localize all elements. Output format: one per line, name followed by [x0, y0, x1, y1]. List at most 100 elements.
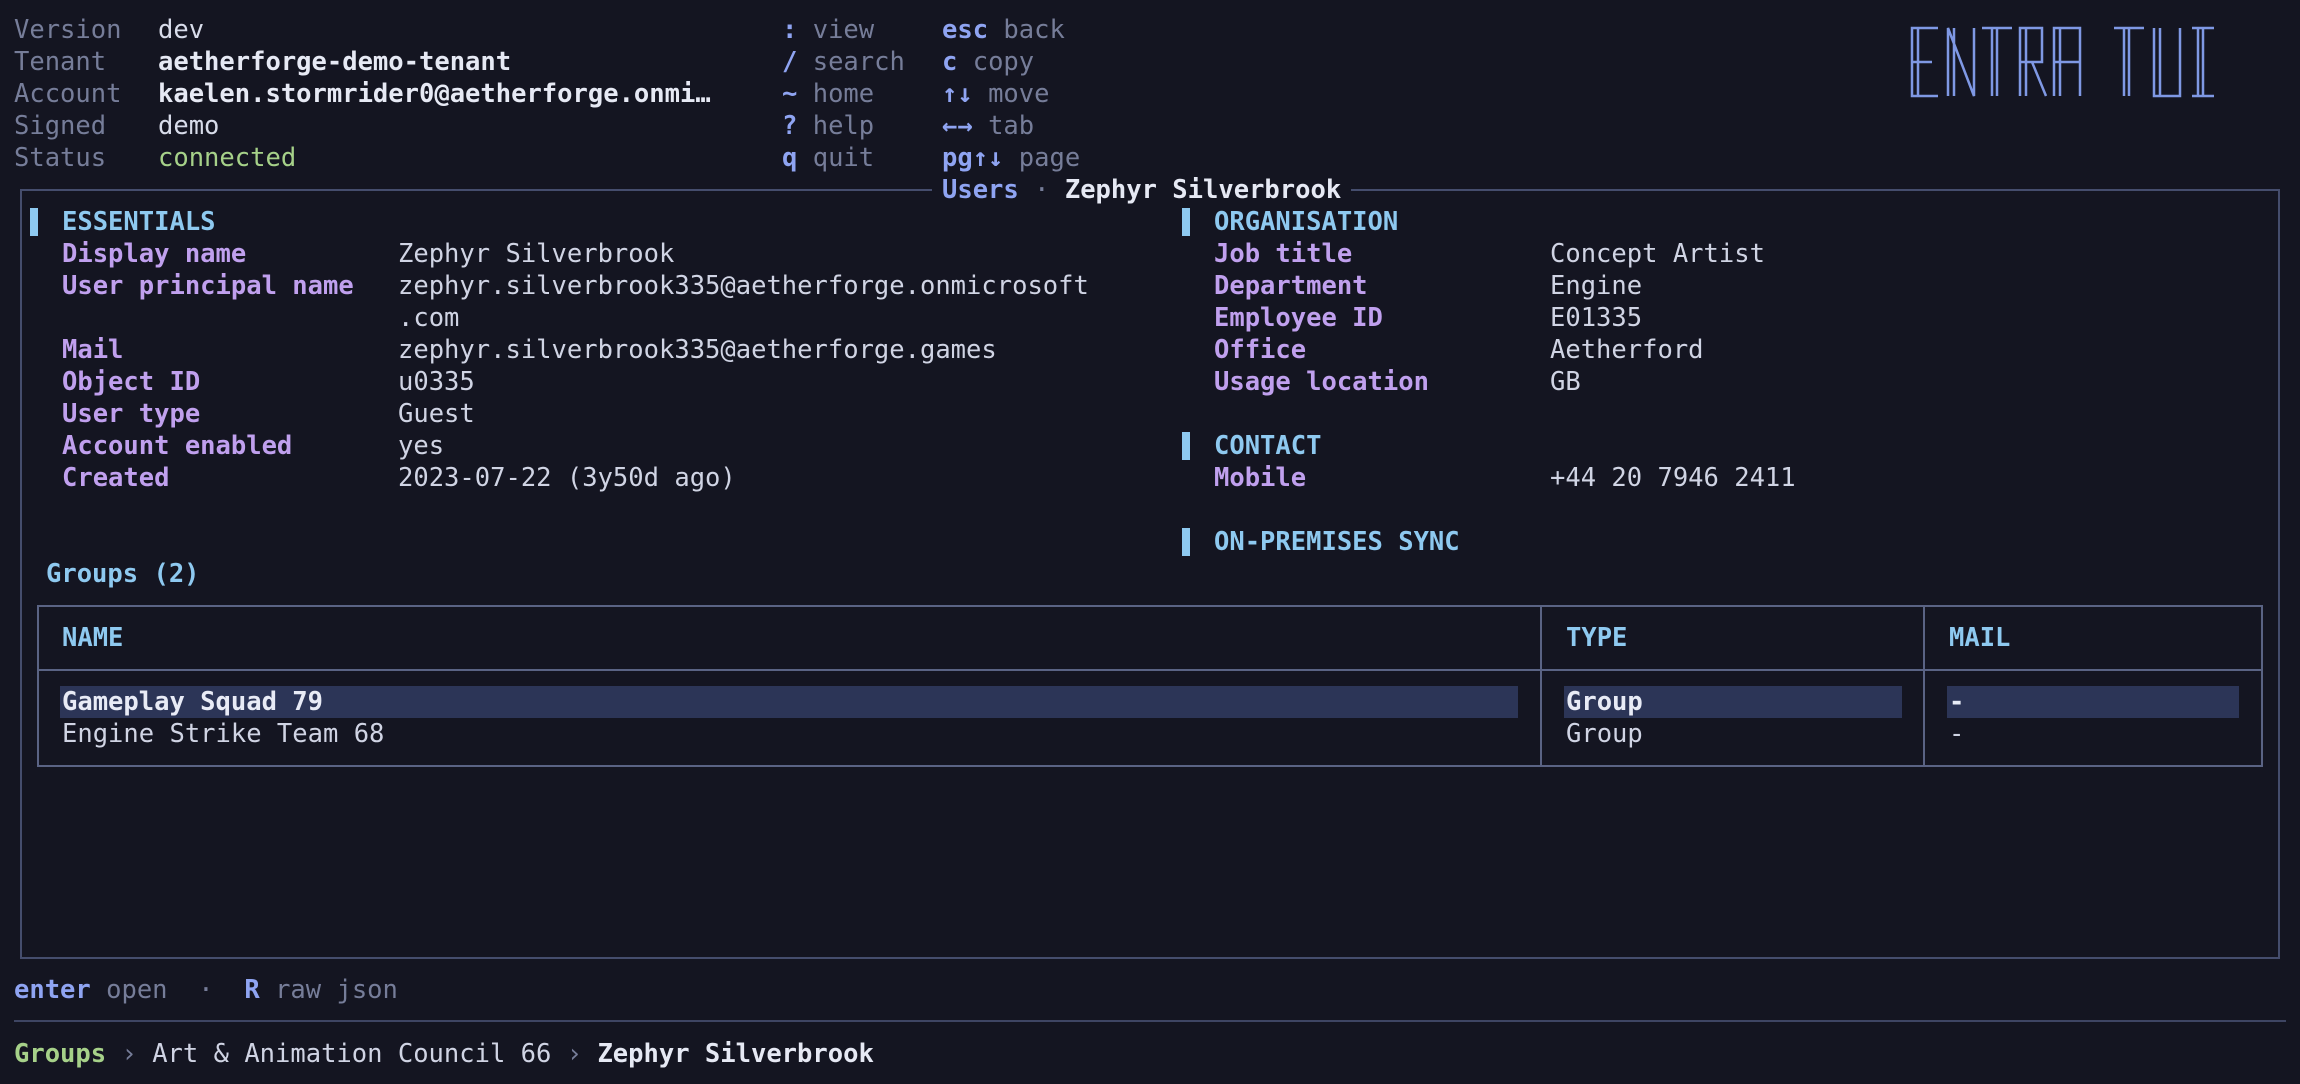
groups-title: Groups (2) [46, 559, 200, 589]
shortcut-label: quit [812, 143, 875, 173]
shortcut-label: tab [988, 111, 1035, 141]
field-label: Created [62, 463, 170, 493]
hint-separator: · [198, 975, 214, 1005]
onprem-title: ON-PREMISES SYNC [1214, 527, 1460, 557]
shortcut-copy[interactable]: c copy [942, 46, 1034, 78]
footer-hints: enter open · R raw json [14, 974, 398, 1006]
hint-key: R [244, 975, 260, 1005]
table-header-divider [37, 669, 2263, 671]
hint-label: open [106, 975, 168, 1005]
shortcut-label: view [812, 15, 875, 45]
column-divider [1923, 605, 1925, 767]
group-name-cell: Engine Strike Team 68 [62, 719, 385, 749]
shortcut-tab[interactable]: ←→ tab [942, 110, 1034, 142]
shortcut-label: move [988, 79, 1050, 109]
hint-label: raw json [275, 975, 398, 1005]
upn-value: zephyr.silverbrook335@aetherforge.onmicr… [398, 271, 1089, 301]
field-label: Office [1214, 335, 1307, 365]
shortcut-label: home [812, 79, 875, 109]
account-enabled-value: yes [398, 431, 445, 461]
hint-raw-json[interactable]: R raw json [244, 975, 398, 1005]
column-header-mail[interactable]: MAIL [1949, 622, 2010, 654]
app-logo [1908, 24, 2288, 100]
column-header-type[interactable]: TYPE [1566, 622, 1627, 654]
job-title-value: Concept Artist [1550, 239, 1765, 269]
shortcut-move[interactable]: ↑↓ move [942, 78, 1050, 110]
field-label: Account enabled [62, 431, 293, 461]
shortcut-search[interactable]: / search [782, 46, 905, 78]
shortcut-key: ↑↓ [942, 79, 973, 109]
version-label: Version [14, 15, 122, 45]
section-marker [30, 208, 38, 236]
field-label: Job title [1214, 239, 1353, 269]
shortcut-view[interactable]: : view [782, 14, 874, 46]
account-label: Account [14, 79, 122, 109]
breadcrumb-current: Zephyr Silverbrook [597, 1039, 874, 1069]
shortcut-key: esc [942, 15, 989, 45]
panel-separator: · [1034, 175, 1050, 205]
field-label: Mail [62, 335, 124, 365]
signed-value: demo [158, 111, 220, 141]
department-value: Engine [1550, 271, 1643, 301]
group-type-cell: Group [1566, 687, 1643, 717]
group-mail-cell: - [1949, 687, 1965, 717]
shortcut-key: pg↑↓ [942, 143, 1004, 173]
shortcut-key: q [782, 143, 798, 173]
group-name-cell: Gameplay Squad 79 [62, 687, 323, 717]
shortcut-home[interactable]: ~ home [782, 78, 874, 110]
field-label: Object ID [62, 367, 201, 397]
version-value: dev [158, 15, 205, 45]
field-label: Department [1214, 271, 1368, 301]
breadcrumb: Groups › Art & Animation Council 66 › Ze… [14, 1038, 874, 1070]
shortcut-back[interactable]: esc back [942, 14, 1065, 46]
shortcut-label: page [1018, 143, 1081, 173]
hint-open[interactable]: enter open [14, 975, 168, 1005]
field-label: User principal name [62, 271, 354, 301]
shortcut-label: help [812, 111, 875, 141]
breadcrumb-root[interactable]: Groups [14, 1039, 106, 1069]
office-value: Aetherford [1550, 335, 1704, 365]
shortcut-label: search [812, 47, 905, 77]
tenant-label: Tenant [14, 47, 107, 77]
breadcrumb-separator: › [121, 1039, 137, 1069]
user-type-value: Guest [398, 399, 475, 429]
mail-value: zephyr.silverbrook335@aetherforge.games [398, 335, 997, 365]
status-label: Status [14, 143, 107, 173]
field-label: Display name [62, 239, 247, 269]
footer-divider [14, 1020, 2286, 1022]
panel-subject: Zephyr Silverbrook [1064, 175, 1342, 205]
essentials-title: ESSENTIALS [62, 207, 216, 237]
field-label: Employee ID [1214, 303, 1383, 333]
organisation-title: ORGANISATION [1214, 207, 1399, 237]
field-label: Mobile [1214, 463, 1307, 493]
breadcrumb-separator: › [566, 1039, 583, 1069]
display-name-value: Zephyr Silverbrook [398, 239, 675, 269]
tenant-value: aetherforge-demo-tenant [158, 47, 512, 77]
column-header-name[interactable]: NAME [62, 622, 123, 654]
mobile-value: +44 20 7946 2411 [1550, 463, 1796, 493]
shortcut-label: copy [972, 47, 1035, 77]
shortcut-quit[interactable]: q quit [782, 142, 874, 174]
shortcut-key: ? [782, 111, 798, 141]
field-label: Usage location [1214, 367, 1429, 397]
hint-key: enter [14, 975, 91, 1005]
shortcut-help[interactable]: ? help [782, 110, 874, 142]
row-selection [1947, 686, 2239, 718]
shortcut-key: ~ [782, 79, 798, 109]
shortcut-key: / [782, 47, 798, 77]
status-value: connected [158, 143, 297, 173]
usage-location-value: GB [1550, 367, 1581, 397]
shortcut-page[interactable]: pg↑↓ page [942, 142, 1080, 174]
upn-value-continued: .com [398, 303, 460, 333]
field-label: User type [62, 399, 201, 429]
panel-title: Users · Zephyr Silverbrook [932, 174, 1352, 206]
breadcrumb-item[interactable]: Art & Animation Council 66 [152, 1039, 551, 1069]
section-marker [1182, 432, 1190, 460]
employee-id-value: E01335 [1550, 303, 1643, 333]
account-value: kaelen.stormrider0@aetherforge.onmi… [158, 79, 711, 109]
section-marker [1182, 528, 1190, 556]
shortcut-key: : [782, 15, 798, 45]
created-value: 2023-07-22 (3y50d ago) [398, 463, 736, 493]
user-detail-panel [20, 189, 2280, 959]
signed-label: Signed [14, 111, 107, 141]
